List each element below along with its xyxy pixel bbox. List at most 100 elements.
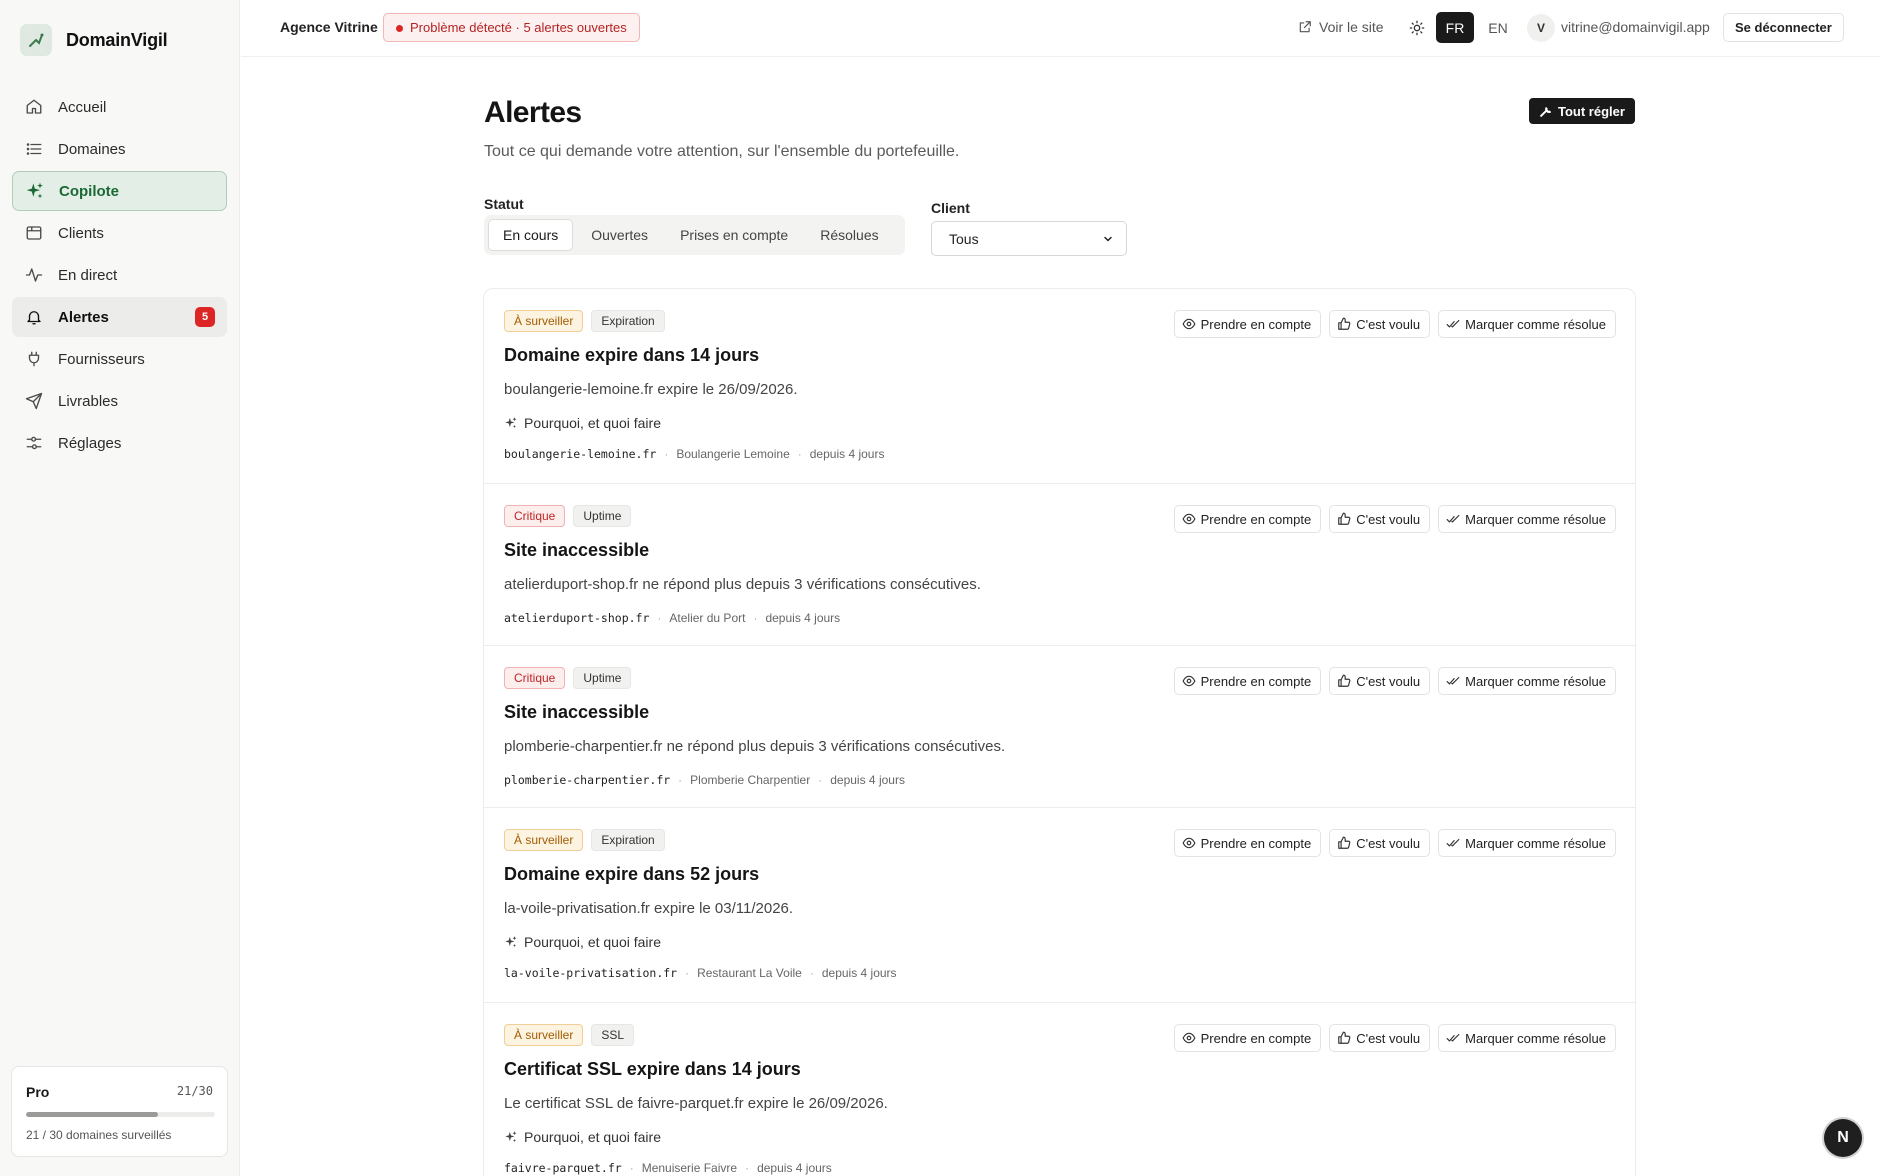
alert-description: atelierduport-shop.fr ne répond plus dep… xyxy=(504,576,981,593)
problem-status-badge[interactable]: Problème détecté · 5 alertes ouvertes xyxy=(383,13,640,42)
resolve-button[interactable]: Marquer comme résolue xyxy=(1438,1024,1616,1052)
logout-button[interactable]: Se déconnecter xyxy=(1723,13,1844,42)
tab-ouvertes[interactable]: Ouvertes xyxy=(577,219,662,251)
meta-separator: · xyxy=(685,966,690,980)
resolve-button[interactable]: Marquer comme résolue xyxy=(1438,667,1616,695)
intended-label: C'est voulu xyxy=(1356,673,1421,689)
plan-note: 21 / 30 domaines surveillés xyxy=(26,1128,172,1142)
intended-button[interactable]: C'est voulu xyxy=(1329,1024,1431,1052)
alert-client[interactable]: Menuiserie Faivre xyxy=(642,1161,737,1175)
assistant-button[interactable]: N xyxy=(1824,1119,1862,1157)
page-subtitle: Tout ce qui demande votre attention, sur… xyxy=(484,143,960,160)
alert-client[interactable]: Restaurant La Voile xyxy=(697,966,802,980)
category-badge: Uptime xyxy=(573,505,632,527)
sidebar-item-domaines[interactable]: Domaines xyxy=(12,129,227,169)
meta-separator: · xyxy=(664,447,669,461)
acknowledge-button[interactable]: Prendre en compte xyxy=(1173,667,1322,695)
resolve-button[interactable]: Marquer comme résolue xyxy=(1438,310,1616,338)
alert-client[interactable]: Boulangerie Lemoine xyxy=(676,447,789,461)
alert-badges: Critique Uptime xyxy=(504,667,632,689)
alert-domain[interactable]: plomberie-charpentier.fr xyxy=(504,773,670,787)
plan-usage-fill xyxy=(26,1112,159,1117)
thumbs-up-icon xyxy=(1337,674,1351,688)
lang-fr-button[interactable]: FR xyxy=(1436,12,1474,43)
intended-button[interactable]: C'est voulu xyxy=(1329,310,1431,338)
sidebar-item-label: Domaines xyxy=(58,140,126,158)
sidebar-item-reglages[interactable]: Réglages xyxy=(12,423,227,463)
theme-toggle-button[interactable] xyxy=(1404,15,1430,41)
intended-button[interactable]: C'est voulu xyxy=(1329,505,1431,533)
acknowledge-label: Prendre en compte xyxy=(1200,1030,1312,1046)
alert-since: depuis 4 jours xyxy=(830,773,905,787)
alert-meta: plomberie-charpentier.fr · Plomberie Charp… xyxy=(504,773,905,787)
acknowledge-button[interactable]: Prendre en compte xyxy=(1173,310,1322,338)
brand-logo-icon xyxy=(20,24,52,56)
meta-separator: · xyxy=(753,611,758,625)
alert-title: Site inaccessible xyxy=(504,540,650,560)
alert-since: depuis 4 jours xyxy=(809,447,885,461)
why-label: Pourquoi, et quoi faire xyxy=(524,1129,661,1145)
category-badge: SSL xyxy=(591,1024,635,1046)
external-link-icon xyxy=(1298,20,1312,34)
why-what-to-do-link[interactable]: Pourquoi, et quoi faire xyxy=(504,415,661,431)
alert-actions: Prendre en compte C'est voulu Marquer comm… xyxy=(1173,829,1616,857)
resolve-button[interactable]: Marquer comme résolue xyxy=(1438,505,1616,533)
folder-icon xyxy=(24,223,44,243)
sidebar-item-accueil[interactable]: Accueil xyxy=(12,87,227,127)
alerts-count-badge: 5 xyxy=(195,307,215,327)
alert-domain[interactable]: atelierduport-shop.fr xyxy=(504,611,649,625)
why-what-to-do-link[interactable]: Pourquoi, et quoi faire xyxy=(504,934,661,950)
tab-en-cours[interactable]: En cours xyxy=(488,219,574,251)
alert-card: Critique Uptime Prendre en compte C'est vou… xyxy=(484,646,1635,808)
status-filter-label: Statut xyxy=(484,196,524,212)
topbar: Agence Vitrine Problème détecté · 5 aler… xyxy=(241,0,1880,57)
double-check-icon xyxy=(1446,317,1460,331)
sidebar-item-alertes[interactable]: Alertes 5 xyxy=(12,297,227,337)
sidebar-item-fournisseurs[interactable]: Fournisseurs xyxy=(12,339,227,379)
sidebar-item-label: Livrables xyxy=(58,392,119,410)
tab-prises-en-compte[interactable]: Prises en compte xyxy=(666,219,802,251)
eye-icon xyxy=(1182,1031,1196,1045)
meta-separator: · xyxy=(818,773,823,787)
alert-domain[interactable]: la-voile-privatisation.fr xyxy=(504,966,677,980)
why-what-to-do-link[interactable]: Pourquoi, et quoi faire xyxy=(504,1129,661,1145)
alert-client[interactable]: Plomberie Charpentier xyxy=(690,773,810,787)
sidebar-item-en-direct[interactable]: En direct xyxy=(12,255,227,295)
brand-name: DomainVigil xyxy=(66,29,168,50)
sidebar-item-clients[interactable]: Clients xyxy=(12,213,227,253)
sidebar-item-copilote[interactable]: Copilote xyxy=(12,171,227,211)
client-filter-label: Client xyxy=(931,200,970,216)
category-badge: Uptime xyxy=(573,667,632,689)
resolve-button[interactable]: Marquer comme résolue xyxy=(1438,829,1616,857)
intended-button[interactable]: C'est voulu xyxy=(1329,829,1431,857)
alert-client[interactable]: Atelier du Port xyxy=(669,611,745,625)
intended-label: C'est voulu xyxy=(1356,316,1421,332)
lang-en-button[interactable]: EN xyxy=(1479,12,1517,43)
resolve-label: Marquer comme résolue xyxy=(1465,316,1606,332)
thumbs-up-icon xyxy=(1337,836,1351,850)
view-site-link[interactable]: Voir le site xyxy=(1298,19,1384,35)
sidebar-item-label: Réglages xyxy=(58,434,122,452)
alert-description: Le certificat SSL de faivre-parquet.fr e… xyxy=(504,1095,888,1112)
activity-icon xyxy=(24,265,44,285)
acknowledge-button[interactable]: Prendre en compte xyxy=(1173,829,1322,857)
alert-domain[interactable]: boulangerie-lemoine.fr xyxy=(504,447,656,461)
why-label: Pourquoi, et quoi faire xyxy=(524,415,661,431)
acknowledge-button[interactable]: Prendre en compte xyxy=(1173,1024,1322,1052)
acknowledge-button[interactable]: Prendre en compte xyxy=(1173,505,1322,533)
list-icon xyxy=(24,139,44,159)
avatar[interactable]: V xyxy=(1527,14,1555,42)
severity-badge: À surveiller xyxy=(504,829,584,851)
sidebar-item-label: Copilote xyxy=(59,182,119,200)
alert-domain[interactable]: faivre-parquet.fr xyxy=(504,1161,622,1175)
brand[interactable]: DomainVigil xyxy=(20,24,168,56)
client-select-value: Tous xyxy=(949,230,979,247)
client-select[interactable]: Tous xyxy=(931,221,1127,256)
intended-button[interactable]: C'est voulu xyxy=(1329,667,1431,695)
settle-all-button[interactable]: Tout régler xyxy=(1529,98,1635,124)
sidebar-item-livrables[interactable]: Livrables xyxy=(12,381,227,421)
tab-resolues[interactable]: Résolues xyxy=(806,219,892,251)
meta-separator: · xyxy=(797,447,802,461)
resolve-label: Marquer comme résolue xyxy=(1465,835,1606,851)
meta-separator: · xyxy=(809,966,814,980)
